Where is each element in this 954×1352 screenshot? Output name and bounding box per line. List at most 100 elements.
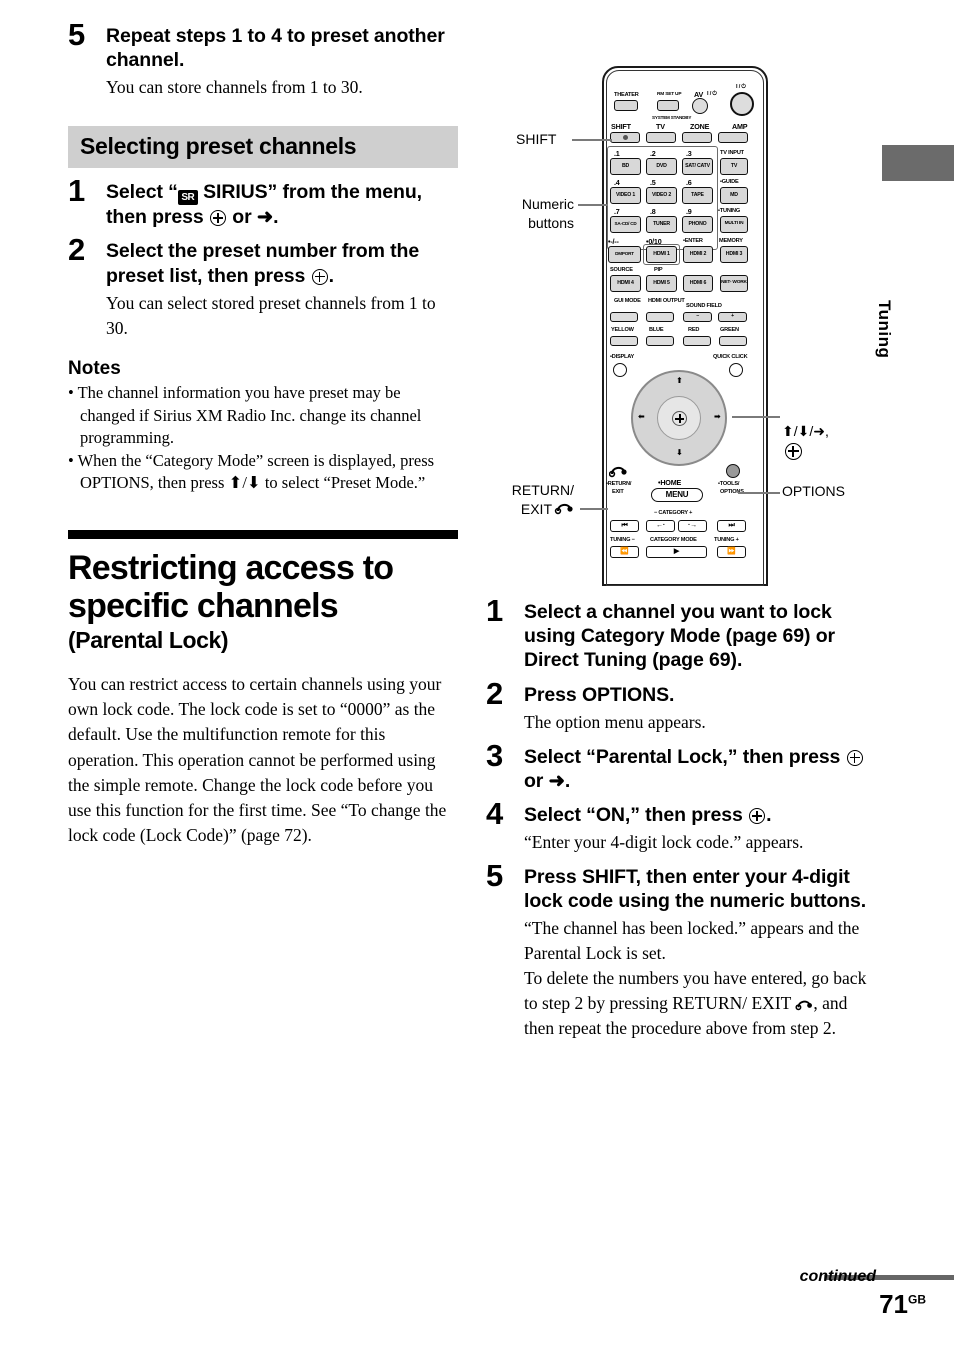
remote-button-video-2[interactable]: VIDEO 2 (646, 187, 677, 204)
remote-label-av-power: I / ⏻ (707, 91, 717, 97)
step-title-part-b: . (328, 264, 334, 287)
remote-numkey-label-7: .7 (614, 207, 620, 216)
remote-label-home: •HOME (658, 478, 682, 487)
remote-numkey-label-3: .3 (686, 149, 692, 158)
remote-button-amp[interactable] (718, 132, 748, 143)
remote-label-enter: •ENTER (683, 238, 703, 244)
remote-button-multi-in[interactable]: MULTI IN (720, 216, 748, 233)
step-description-b: To delete the numbers you have entered, … (524, 966, 876, 1041)
remote-button-display[interactable] (613, 363, 627, 377)
section-subtitle: (Parental Lock) (68, 627, 229, 654)
remote-button-prev-track[interactable]: ⏮ (610, 520, 639, 532)
remote-button-video-1[interactable]: VIDEO 1 (610, 187, 641, 204)
remote-button-hdmi-output[interactable] (646, 312, 674, 322)
return-exit-arrow-icon (795, 1000, 813, 1011)
remote-button-tuning-plus[interactable]: ⏩ (717, 546, 746, 558)
remote-button-sound-field-plus[interactable]: + (718, 312, 747, 322)
step-title: Select “Parental Lock,” then press or ➜. (524, 745, 876, 793)
remote-button-tools-options[interactable] (726, 464, 740, 478)
step-title-part-b: or ➜. (524, 769, 571, 792)
document-page: 5 Repeat steps 1 to 4 to preset another … (0, 0, 954, 1352)
dpad-up-icon[interactable]: ⬆ (676, 376, 683, 385)
remote-button-quick-click[interactable] (729, 363, 743, 377)
remote-button-red[interactable] (683, 336, 711, 346)
remote-button-zone[interactable] (682, 132, 712, 143)
remote-label-system-standby: SYSTEM STANDBY (652, 115, 692, 120)
notes-title: Notes (68, 358, 121, 380)
remote-button-hdmi-3[interactable]: HDMI 3 (720, 246, 748, 263)
remote-button-rm-set-up[interactable] (657, 100, 679, 111)
step-title-part-a: Select “Parental Lock,” then press (524, 745, 846, 768)
step-body: Select “SR SIRIUS” from the menu, then p… (106, 180, 458, 229)
remote-label-exit: EXIT (612, 489, 624, 495)
step-title: Press SHIFT, then enter your 4-digit loc… (524, 865, 867, 913)
step-title: Select a channel you want to lock using … (524, 601, 836, 672)
remote-button-shift[interactable] (610, 132, 640, 143)
page-number-suffix: GB (908, 1292, 926, 1307)
remote-button-hdmi-4[interactable]: HDMI 4 (610, 275, 641, 292)
remote-button-bd[interactable]: BD (610, 158, 641, 175)
remote-button-hdmi-1[interactable]: HDMI 1 (646, 246, 677, 263)
remote-numkey-label-9: .9 (686, 207, 692, 216)
remote-button-tuning-minus[interactable]: ⏪ (610, 546, 639, 558)
remote-label-quick-click: QUICK CLICK (713, 354, 748, 360)
step-title-part-b: . (766, 803, 772, 826)
remote-label-tools: •TOOLS/ (718, 481, 740, 487)
step-number: 4 (486, 795, 504, 831)
remote-button-tv-selector[interactable]: TV (720, 158, 748, 175)
remote-button-blue[interactable] (646, 336, 674, 346)
dpad-down-icon[interactable]: ⬇ (676, 448, 683, 457)
remote-button-category-minus[interactable]: ←· (646, 520, 675, 532)
remote-button-sacd-cd[interactable]: SA-CD/ CD (610, 216, 641, 233)
remote-label-gui-mode: GUI MODE (614, 298, 641, 304)
remote-button-yellow[interactable] (610, 336, 638, 346)
remote-button-hdmi-2[interactable]: HDMI 2 (683, 246, 713, 263)
enter-button-icon (749, 807, 766, 824)
step-body: Press OPTIONS. The option menu appears. (524, 683, 876, 735)
remote-button-main-power[interactable] (730, 92, 754, 116)
remote-button-phono[interactable]: PHONO (682, 216, 713, 233)
remote-button-sat-catv[interactable]: SAT/ CATV (682, 158, 713, 175)
remote-button-dmport[interactable]: DMPORT (608, 246, 641, 263)
page-number: 71GB (879, 1289, 926, 1320)
remote-button-category-mode[interactable]: ▶ (646, 546, 707, 558)
sirius-badge-icon: SR (177, 190, 198, 206)
remote-label-tuning-minus: TUNING − (610, 537, 635, 543)
step-description: You can select stored preset channels fr… (106, 292, 436, 338)
remote-button-tuner[interactable]: TUNER (646, 216, 677, 233)
callout-numeric-label-line2: buttons (528, 215, 574, 231)
remote-button-dvd[interactable]: DVD (646, 158, 677, 175)
remote-button-green[interactable] (719, 336, 747, 346)
remote-button-hdmi-5[interactable]: HDMI 5 (646, 275, 677, 292)
remote-button-theater[interactable] (614, 100, 638, 111)
step-title: Select the preset number from the preset… (106, 239, 458, 287)
callout-return-label-line2: EXIT (520, 501, 552, 517)
remote-button-category-plus[interactable]: ·→ (678, 520, 707, 532)
remote-label-pip: PIP (654, 267, 663, 273)
remote-button-tape[interactable]: TAPE (682, 187, 713, 204)
remote-label-blue: BLUE (649, 327, 664, 333)
remote-button-av-power[interactable] (692, 98, 708, 114)
callout-numeric-label-line1: Numeric (521, 196, 574, 212)
remote-button-md[interactable]: MD (720, 187, 748, 204)
step-number: 1 (486, 593, 504, 628)
step-number: 5 (486, 857, 504, 893)
left-column: 5 Repeat steps 1 to 4 to preset another … (68, 19, 458, 848)
step-title: Select “SR SIRIUS” from the menu, then p… (106, 180, 458, 229)
remote-button-menu[interactable]: MENU (651, 488, 703, 502)
remote-button-network[interactable]: NET- WORK (720, 275, 748, 292)
remote-button-gui-mode[interactable] (610, 312, 638, 322)
remote-button-next-track[interactable]: ⏭ (717, 520, 746, 532)
remote-button-sound-field-minus[interactable]: − (683, 312, 712, 322)
remote-label-sound-field: SOUND FIELD (686, 303, 722, 309)
dpad-right-icon[interactable]: ➡ (714, 412, 721, 421)
remote-button-tv[interactable] (646, 132, 676, 143)
step-title: Press OPTIONS. (524, 683, 675, 706)
step-title-part-a: Select “ (106, 181, 178, 204)
step-title-part-a: Select “ON,” then press (524, 803, 749, 826)
remote-label-memory: MEMORY (719, 238, 743, 244)
remote-button-hdmi-6[interactable]: HDMI 6 (683, 275, 713, 292)
enter-button-icon (846, 749, 863, 766)
dpad-left-icon[interactable]: ⬅ (638, 412, 645, 421)
remote-label-minus-slash: •-/-- (608, 237, 619, 246)
